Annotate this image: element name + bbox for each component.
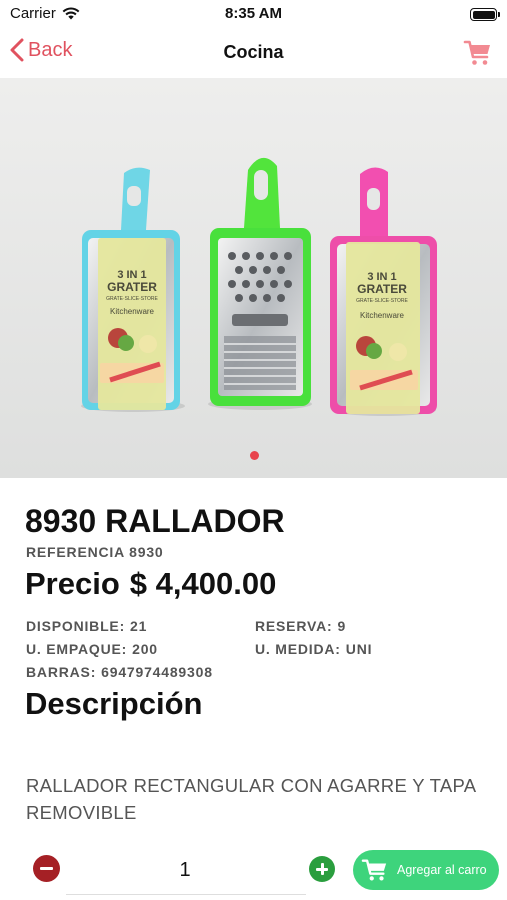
page-title: Cocina [223,42,284,62]
product-photo: 3 IN 1 GRATER GRATE·SLICE·STORE Kitchenw… [0,78,507,478]
spec-disponible-label: DISPONIBLE: [26,618,126,634]
cart-button[interactable] [463,38,493,68]
cart-icon [463,40,490,65]
quantity-value[interactable]: 1 [60,859,310,882]
spec-empaque-value: 200 [132,641,158,657]
product-reference: REFERENCIA 8930 [26,544,164,560]
product-title: 8930 RALLADOR [25,503,285,539]
add-to-cart-label: Agregar al carro [397,863,487,877]
nav-bar: Back Cocina [0,28,507,78]
spec-barras: BARRAS: 6947974489308 [26,664,213,680]
cart-icon [361,859,387,881]
pkg-line2: GRATER [107,280,157,294]
quantity-underline [66,894,306,895]
product-image[interactable]: 3 IN 1 GRATER GRATE·SLICE·STORE Kitchenw… [0,78,507,478]
spec-barras-label: BARRAS: [26,664,97,680]
spec-medida-label: U. MEDIDA: [255,641,341,657]
spec-empaque: U. EMPAQUE: 200 [26,641,158,657]
price-value: $ 4,400.00 [129,566,277,601]
product-price: Precio $ 4,400.00 [25,566,276,602]
pkg-line4: Kitchenware [110,307,155,316]
add-to-cart-button[interactable]: Agregar al carro [353,850,499,890]
spec-reserva-value: 9 [337,618,347,634]
decrease-quantity-button[interactable] [33,855,60,882]
description-text: RALLADOR RECTANGULAR CON AGARRE Y TAPA R… [26,775,476,823]
spec-barras-value: 6947974489308 [101,664,213,680]
spec-disponible: DISPONIBLE: 21 [26,618,147,634]
status-time: 8:35 AM [225,5,282,22]
spec-reserva-label: RESERVA: [255,618,333,634]
spec-reserva: RESERVA: 9 [255,618,346,634]
description-title: Descripción [25,686,203,721]
spec-medida: U. MEDIDA: UNI [255,641,372,657]
price-label: Precio [25,566,120,601]
page-indicator-dot[interactable] [250,451,259,460]
spec-empaque-label: U. EMPAQUE: [26,641,128,657]
pkg-line3-pink: GRATE·SLICE·STORE [356,298,408,304]
pkg-line4-pink: Kitchenware [360,311,405,320]
increase-quantity-button[interactable] [309,856,335,882]
status-bar: Carrier 8:35 AM [0,0,507,28]
spec-medida-value: UNI [345,641,373,657]
pkg-line2-pink: GRATER [357,282,407,296]
spec-disponible-value: 21 [130,618,148,634]
pkg-line3: GRATE·SLICE·STORE [106,296,158,302]
quantity-row: 1 Agregar al carro [0,845,507,895]
battery-icon [470,8,500,21]
